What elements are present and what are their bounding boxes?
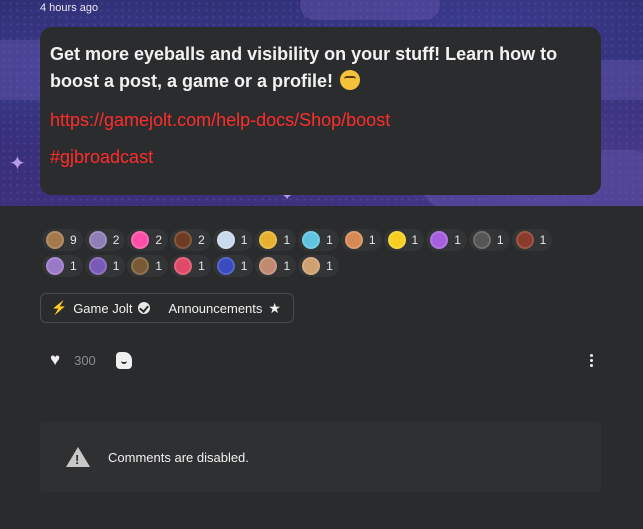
sticker-icon: [131, 257, 150, 275]
reaction-pill[interactable]: 1: [212, 255, 254, 277]
sticker-icon: [430, 231, 449, 249]
reaction-count: 1: [326, 259, 333, 273]
sticker-icon: [174, 257, 193, 275]
sticker-icon: [259, 257, 278, 275]
post-timestamp: 4 hours ago: [40, 2, 99, 14]
reaction-row: 1 1 1 1 1 1 1: [42, 255, 602, 279]
sticker-icon: [216, 231, 235, 249]
sticker-icon: [46, 231, 64, 249]
reaction-count: 1: [283, 233, 291, 247]
sticker-icon: [387, 231, 406, 249]
reaction-count: 1: [539, 233, 547, 247]
reaction-count: 1: [240, 259, 248, 273]
reaction-pill[interactable]: 2: [127, 229, 169, 251]
reaction-pill[interactable]: 1: [383, 229, 425, 251]
reaction-pill[interactable]: 9: [42, 229, 83, 251]
reaction-count: 1: [112, 259, 120, 273]
gamejolt-bolt-icon: ⚡: [51, 300, 68, 315]
reaction-pill[interactable]: 1: [255, 255, 297, 277]
reaction-pill[interactable]: 1: [127, 255, 169, 277]
heart-icon[interactable]: ♥: [50, 350, 60, 370]
sticker-icon: [46, 257, 64, 275]
reaction-pill[interactable]: 2: [170, 229, 211, 251]
post-hashtag[interactable]: #gjbroadcast: [50, 147, 591, 168]
reaction-pill[interactable]: 1: [468, 229, 510, 251]
verified-icon: [138, 302, 151, 314]
sticker-icon: [302, 257, 321, 275]
more-options-icon[interactable]: [588, 353, 595, 367]
sticker-icon: [216, 257, 235, 275]
reaction-count: 1: [198, 259, 205, 273]
reaction-count: 1: [283, 259, 291, 273]
community-name: Game Jolt: [73, 300, 133, 316]
sticker-icon: [131, 231, 150, 249]
sticker-icon: [302, 231, 321, 249]
comments-disabled-notice: Comments are disabled.: [40, 422, 601, 492]
reaction-count: 1: [411, 233, 419, 247]
reaction-pill[interactable]: 1: [170, 255, 211, 277]
post-actions: ♥ 300: [50, 350, 595, 370]
like-count[interactable]: 300: [74, 353, 96, 368]
sticker-icon: [88, 257, 107, 275]
sticker-icon[interactable]: [115, 351, 132, 369]
sticker-icon: [344, 231, 363, 249]
reaction-count: 1: [155, 259, 163, 273]
sticker-reactions: 9 2 2 2 1 1 1 1 1 1 1 1 1 1 1 1 1 1 1: [42, 229, 602, 281]
sticker-icon: [259, 231, 278, 249]
reaction-count: 9: [70, 233, 77, 247]
reaction-pill[interactable]: 1: [42, 255, 83, 277]
star-icon: ★: [268, 299, 281, 316]
reaction-pill[interactable]: 1: [426, 229, 467, 251]
sparkle-icon: ✦: [9, 153, 26, 175]
warning-icon: [66, 447, 90, 467]
reaction-count: 1: [326, 233, 333, 247]
reaction-count: 1: [496, 233, 504, 247]
sticker-icon: [174, 231, 193, 249]
reaction-count: 1: [70, 259, 77, 273]
reaction-count: 1: [240, 233, 248, 247]
comments-disabled-text: Comments are disabled.: [108, 449, 249, 465]
reaction-pill[interactable]: 1: [298, 229, 339, 251]
reaction-count: 2: [155, 233, 163, 247]
post-content-card: Get more eyeballs and visibility on your…: [40, 27, 601, 195]
reaction-pill[interactable]: 1: [511, 229, 553, 251]
sticker-icon: [88, 231, 107, 249]
channel-name: Announcements: [168, 300, 263, 316]
post-link[interactable]: https://gamejolt.com/help-docs/Shop/boos…: [50, 110, 591, 131]
reaction-count: 2: [198, 233, 205, 247]
reaction-pill[interactable]: 1: [212, 229, 254, 251]
community-tag[interactable]: ⚡ Game Jolt Announcements ★: [40, 293, 294, 323]
sticker-icon: [515, 231, 534, 249]
reaction-count: 1: [368, 233, 376, 247]
starstruck-emoji-icon: [340, 70, 361, 90]
post-lead-text: Get more eyeballs and visibility on your…: [50, 44, 558, 91]
reaction-count: 1: [454, 233, 461, 247]
reaction-pill[interactable]: 2: [84, 229, 126, 251]
reaction-pill[interactable]: 1: [255, 229, 297, 251]
reaction-count: 2: [112, 233, 120, 247]
sticker-icon: [472, 231, 491, 249]
reaction-row: 9 2 2 2 1 1 1 1 1 1 1 1: [42, 229, 602, 253]
reaction-pill[interactable]: 1: [340, 229, 382, 251]
reaction-pill[interactable]: 1: [298, 255, 339, 277]
reaction-pill[interactable]: 1: [84, 255, 126, 277]
